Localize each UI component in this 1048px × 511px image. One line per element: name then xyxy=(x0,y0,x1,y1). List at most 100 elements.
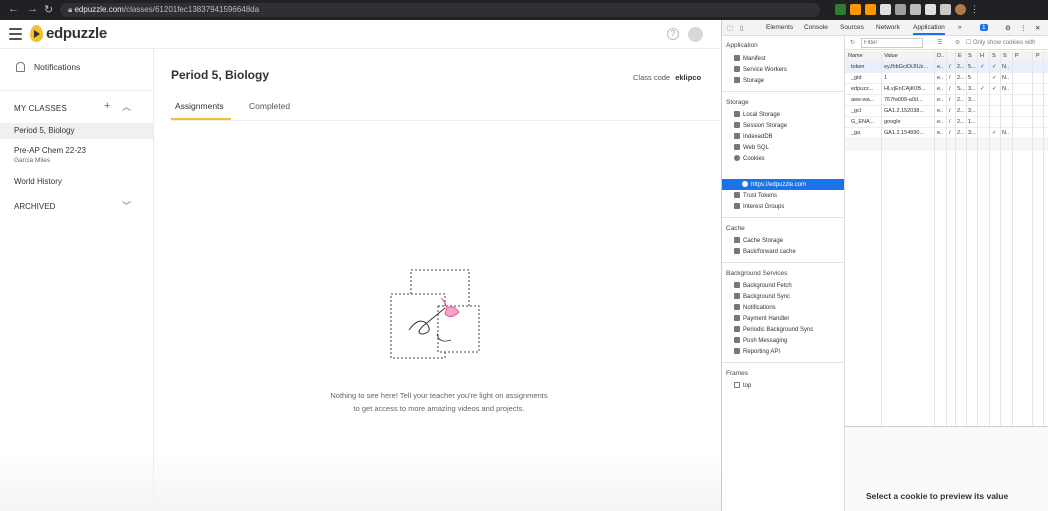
devtools-menu-icon[interactable]: ⋮ xyxy=(1020,24,1027,32)
cookie-name: _gid xyxy=(851,75,862,81)
extension-icon[interactable] xyxy=(865,4,876,15)
user-avatar[interactable] xyxy=(688,27,703,42)
extension-icon[interactable] xyxy=(910,4,921,15)
column-divider xyxy=(1000,51,1001,426)
class-item-world-history[interactable]: World History xyxy=(0,177,153,186)
column-header[interactable]: P xyxy=(1015,53,1019,59)
column-divider xyxy=(955,51,956,426)
chevron-up-icon[interactable]: ︿ xyxy=(122,100,131,113)
extension-icon[interactable] xyxy=(850,4,861,15)
tab-application[interactable]: Application xyxy=(913,24,945,35)
web-sql-item[interactable]: Web SQL xyxy=(734,144,769,151)
divider xyxy=(722,91,845,92)
trust-tokens-item[interactable]: Trust Tokens xyxy=(734,192,777,199)
back-icon[interactable]: ← xyxy=(8,3,19,15)
extension-icon[interactable] xyxy=(880,4,891,15)
manifest-item[interactable]: Manifest xyxy=(734,55,766,62)
background-sync-item[interactable]: Background Sync xyxy=(734,293,790,300)
database-icon xyxy=(734,77,740,83)
class-code-value: eklipco xyxy=(675,73,702,82)
filter-options-icon[interactable]: ☰ xyxy=(937,39,942,46)
extension-icon[interactable] xyxy=(895,4,906,15)
tab-completed[interactable]: Completed xyxy=(249,101,290,111)
push-messaging-item[interactable]: Push Messaging xyxy=(734,337,787,344)
column-header[interactable]: P xyxy=(1036,53,1040,59)
periodic-background-sync-item[interactable]: Periodic Background Sync xyxy=(734,326,813,333)
cookie-value: GA1.2.152038... xyxy=(884,108,925,114)
only-show-issues-checkbox[interactable]: ☐ Only show cookies with xyxy=(966,39,1035,46)
payment-handler-item[interactable]: Payment Handler xyxy=(734,315,789,322)
document-icon xyxy=(734,55,740,61)
class-item-pre-ap-chem[interactable]: Pre-AP Chem 22-23 Garcia Miles xyxy=(0,146,153,164)
notifications-link[interactable]: Notifications xyxy=(16,62,80,72)
item-label: IndexedDB xyxy=(743,134,773,140)
tab-console[interactable]: Console xyxy=(804,24,828,31)
session-storage-item[interactable]: Session Storage xyxy=(734,122,787,129)
class-item-period-5-biology[interactable]: Period 5, Biology xyxy=(0,123,153,139)
column-header[interactable]: S xyxy=(968,53,972,59)
cookie-samesite: N.. xyxy=(1002,75,1010,81)
tab-network[interactable]: Network xyxy=(876,24,900,31)
inspect-icon[interactable]: ⬚ xyxy=(727,24,733,32)
cookies-item[interactable]: Cookies xyxy=(734,155,765,162)
column-header[interactable]: S xyxy=(1003,53,1007,59)
address-bar[interactable]: 🔒︎ edpuzzle.com/classes/61201fec13837941… xyxy=(60,3,820,17)
devtools-panel: ⬚ ▯ Elements Console Sources Network App… xyxy=(721,20,1048,511)
help-icon[interactable]: ? xyxy=(667,28,679,40)
tab-sources[interactable]: Sources xyxy=(840,24,864,31)
clock-icon xyxy=(734,326,740,332)
extension-icons: ⋮ xyxy=(835,4,981,16)
item-label: Trust Tokens xyxy=(743,193,778,199)
profile-avatar[interactable] xyxy=(955,4,966,15)
service-workers-item[interactable]: Service Workers xyxy=(734,66,787,73)
add-class-button[interactable]: + xyxy=(104,100,110,112)
frame-top-item[interactable]: top xyxy=(734,382,751,389)
database-icon xyxy=(734,192,740,198)
settings-gear-icon[interactable]: ⚙ xyxy=(1005,24,1011,32)
cookie-filter-input[interactable] xyxy=(861,38,923,48)
issues-badge[interactable]: 1 xyxy=(980,24,988,31)
divider xyxy=(722,262,845,263)
notifications-item[interactable]: Notifications xyxy=(734,304,776,311)
column-divider xyxy=(1043,51,1044,426)
column-header[interactable]: Value xyxy=(884,53,898,59)
extension-icon[interactable] xyxy=(835,4,846,15)
column-header[interactable]: S xyxy=(992,53,996,59)
chevron-down-icon[interactable]: ﹀ xyxy=(122,199,131,212)
storage-overview-item[interactable]: Storage xyxy=(734,77,764,84)
local-storage-item[interactable]: Local Storage xyxy=(734,111,780,118)
document-icon xyxy=(734,348,740,354)
archived-heading[interactable]: ARCHIVED xyxy=(14,202,55,211)
hamburger-icon[interactable] xyxy=(9,28,22,40)
column-header[interactable]: H xyxy=(980,53,984,59)
interest-groups-item[interactable]: Interest Groups xyxy=(734,203,784,210)
cookie-origin-item[interactable]: https://edpuzzle.com xyxy=(742,181,806,188)
column-divider xyxy=(1032,51,1033,426)
more-tabs-button[interactable]: » xyxy=(958,24,962,31)
background-fetch-item[interactable]: Background Fetch xyxy=(734,282,792,289)
column-header[interactable]: D.. xyxy=(937,53,944,59)
forward-icon[interactable]: → xyxy=(27,3,38,15)
cookie-samesite: N.. xyxy=(1002,130,1010,136)
cookie-size: 5 xyxy=(968,75,972,81)
device-toolbar-icon[interactable]: ▯ xyxy=(740,24,744,32)
indexeddb-item[interactable]: IndexedDB xyxy=(734,133,773,140)
refresh-icon[interactable]: ↻ xyxy=(850,39,855,46)
tab-elements[interactable]: Elements xyxy=(766,24,793,31)
menu-icon[interactable]: ⋮ xyxy=(970,4,981,15)
close-devtools-icon[interactable]: ✕ xyxy=(1035,24,1040,32)
column-header[interactable]: E xyxy=(958,53,962,59)
tab-assignments[interactable]: Assignments xyxy=(175,101,224,111)
item-label: Background Fetch xyxy=(743,283,792,289)
puzzle-icon[interactable] xyxy=(925,4,936,15)
clear-all-icon[interactable]: ⊘ xyxy=(955,39,960,46)
reload-icon[interactable]: ↻ xyxy=(44,3,53,16)
edpuzzle-logo[interactable]: edpuzzle xyxy=(30,25,107,42)
sidebar-icon[interactable] xyxy=(940,4,951,15)
column-header[interactable]: Name xyxy=(848,53,863,59)
class-name: Pre-AP Chem 22-23 xyxy=(14,146,86,155)
reporting-api-item[interactable]: Reporting API xyxy=(734,348,780,355)
cookie-domain: e.. xyxy=(937,86,944,92)
cache-storage-item[interactable]: Cache Storage xyxy=(734,237,783,244)
back-forward-cache-item[interactable]: Back/forward cache xyxy=(734,248,796,255)
